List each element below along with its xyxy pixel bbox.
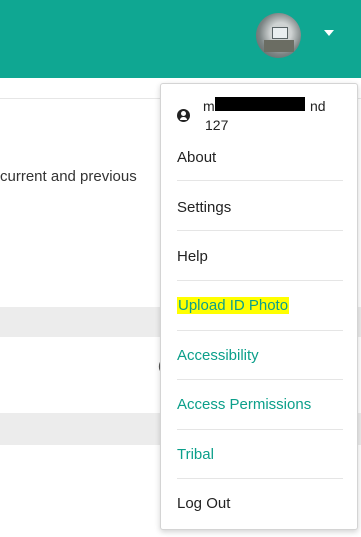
menu-item-upload-id-photo[interactable]: Upload ID Photo — [177, 297, 290, 314]
menu-item-access-permissions[interactable]: Access Permissions — [177, 396, 311, 413]
user-avatar[interactable] — [256, 13, 301, 58]
menu-divider — [177, 180, 343, 181]
menu-divider — [177, 478, 343, 479]
menu-item-tribal[interactable]: Tribal — [177, 446, 214, 463]
menu-divider — [177, 330, 343, 331]
menu-divider — [177, 280, 343, 281]
user-name-end: nd — [310, 98, 326, 114]
menu-item-help[interactable]: Help — [177, 248, 208, 265]
menu-divider — [177, 230, 343, 231]
user-circle-icon — [177, 109, 190, 122]
menu-item-accessibility[interactable]: Accessibility — [177, 347, 259, 364]
menu-divider — [177, 379, 343, 380]
caret-down-icon[interactable] — [324, 30, 334, 36]
redaction-bar — [215, 97, 305, 111]
top-navigation-bar — [0, 0, 361, 78]
menu-item-label: Upload ID Photo — [177, 297, 290, 314]
menu-item-settings[interactable]: Settings — [177, 199, 231, 216]
menu-item-log-out[interactable]: Log Out — [177, 495, 230, 512]
menu-item-about[interactable]: About — [177, 149, 216, 166]
content-text: current and previous — [0, 168, 137, 185]
user-dropdown-menu: m nd 127 About Settings Help Upload ID P… — [160, 83, 358, 530]
menu-divider — [177, 429, 343, 430]
user-id: 127 — [205, 117, 229, 133]
user-name-start: m — [203, 98, 215, 114]
